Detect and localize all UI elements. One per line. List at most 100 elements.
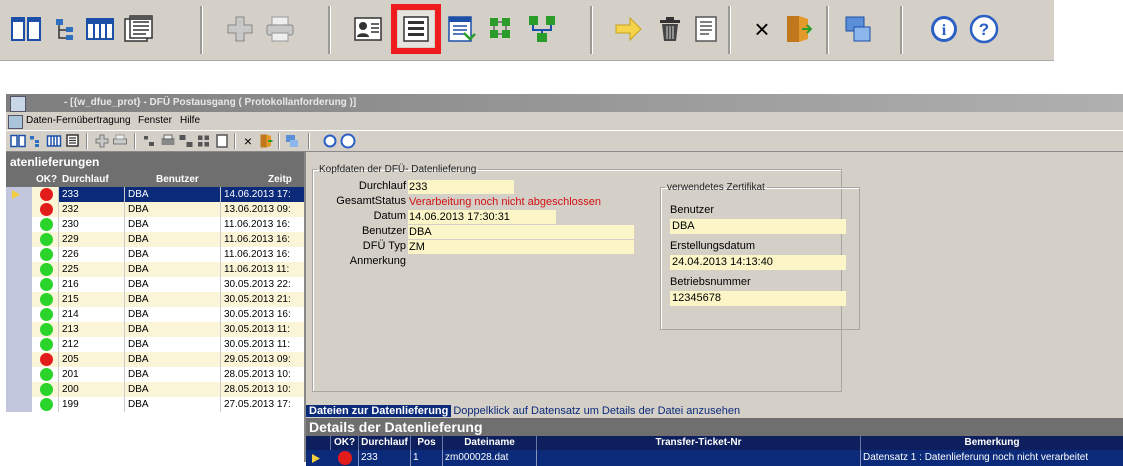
kopfdaten-legend: Kopfdaten der DFÜ- Datenlieferung — [319, 164, 477, 175]
files-hint: Doppelklick auf Datensatz um Details der… — [453, 405, 741, 417]
col-dateiname[interactable]: Dateiname — [442, 436, 536, 450]
add-icon[interactable] — [222, 11, 258, 47]
col-ok[interactable]: OK? — [36, 172, 57, 187]
printer-queue-icon[interactable] — [160, 133, 176, 149]
col-bemerkung[interactable]: Bemerkung — [860, 436, 1123, 450]
exit-door-icon[interactable] — [258, 133, 274, 149]
col-pos[interactable]: Pos — [410, 436, 442, 450]
row-selector[interactable] — [6, 217, 32, 232]
details-form-icon[interactable] — [391, 4, 441, 54]
row-selector[interactable] — [6, 292, 32, 307]
list-item[interactable]: 226 DBA 11.06.2013 16: — [6, 247, 304, 262]
add-icon[interactable] — [94, 133, 110, 149]
document-icon[interactable] — [214, 133, 230, 149]
document-icon[interactable] — [688, 11, 724, 47]
network-icon[interactable] — [840, 11, 876, 47]
cell-durchlauf: 229 — [58, 232, 124, 247]
info-icon[interactable]: i — [926, 11, 962, 47]
tree-view-icon[interactable] — [50, 11, 86, 47]
list-item[interactable]: 201 DBA 28.05.2013 10: — [6, 367, 304, 382]
menu-fenster[interactable]: Fenster — [138, 112, 172, 130]
info-icon[interactable] — [322, 133, 338, 149]
relations-icon[interactable] — [524, 11, 560, 47]
list-item[interactable]: 229 DBA 11.06.2013 16: — [6, 232, 304, 247]
cell-benutzer: DBA — [124, 322, 220, 337]
cell-benutzer: DBA — [124, 352, 220, 367]
arrow-right-icon[interactable] — [610, 11, 646, 47]
zert-benutzer-field[interactable]: DBA — [670, 219, 846, 234]
tree-view-icon[interactable] — [28, 133, 44, 149]
menu-daten-fernuebertragung[interactable]: Daten-Fernübertragung — [26, 112, 131, 130]
toolbar-separator — [134, 133, 136, 149]
col-durchlauf[interactable]: Durchlauf — [358, 436, 410, 450]
row-selector[interactable] — [6, 247, 32, 262]
split-view-icon[interactable] — [10, 133, 26, 149]
row-selector[interactable] — [6, 232, 32, 247]
list-item[interactable]: 205 DBA 29.05.2013 09: — [6, 352, 304, 367]
address-card-icon[interactable] — [350, 11, 386, 47]
close-icon[interactable]: × — [240, 133, 256, 149]
col-zeitpunkt[interactable]: Zeitp — [268, 172, 292, 187]
row-selector[interactable] — [6, 382, 32, 397]
dfue-typ-field[interactable]: ZM — [408, 240, 634, 254]
gesamtstatus-label: GesamtStatus — [336, 195, 406, 207]
list-item[interactable]: 213 DBA 30.05.2013 11: — [6, 322, 304, 337]
export-icon[interactable] — [444, 11, 480, 47]
exit-door-icon[interactable] — [780, 11, 816, 47]
gesamtstatus-field[interactable]: Verarbeitung noch nicht abgeschlossen — [408, 195, 648, 209]
row-selector[interactable] — [6, 277, 32, 292]
zoomed-toolbar: × i ? — [0, 0, 1054, 61]
row-selector[interactable] — [6, 202, 32, 217]
list-item[interactable]: 199 DBA 27.05.2013 17: — [6, 397, 304, 412]
datum-field[interactable]: 14.06.2013 17:30:31 — [408, 210, 556, 224]
betriebsnummer-field[interactable]: 12345678 — [670, 291, 846, 306]
row-selector[interactable] — [6, 397, 32, 412]
col-ok[interactable]: OK? — [330, 436, 358, 450]
help-icon[interactable] — [340, 133, 356, 149]
cell-durchlauf: 233 — [58, 187, 124, 202]
tab-dateien[interactable]: Dateien zur Datenlieferung — [306, 405, 452, 417]
erstellungsdatum-field[interactable]: 24.04.2013 14:13:40 — [670, 255, 846, 270]
durchlauf-field[interactable]: 233 — [408, 180, 514, 194]
grid-icon[interactable] — [484, 11, 520, 47]
delete-icon[interactable] — [652, 11, 688, 47]
print-icon[interactable] — [262, 11, 298, 47]
tree-small-icon[interactable] — [142, 133, 158, 149]
col-benutzer[interactable]: Benutzer — [156, 172, 199, 187]
report-list-icon[interactable] — [64, 133, 80, 149]
toolbar-separator — [900, 6, 903, 54]
relations-small-icon[interactable] — [178, 133, 194, 149]
row-selector[interactable] — [6, 367, 32, 382]
row-selector[interactable] — [6, 337, 32, 352]
list-item[interactable]: 214 DBA 30.05.2013 16: — [6, 307, 304, 322]
row-selector[interactable] — [6, 262, 32, 277]
cell-zeitpunkt: 11.06.2013 16: — [220, 217, 304, 232]
network-icon[interactable] — [284, 133, 300, 149]
report-list-icon[interactable] — [120, 11, 156, 47]
list-item[interactable]: 233 DBA 14.06.2013 17: — [6, 187, 304, 202]
print-icon[interactable] — [112, 133, 128, 149]
col-durchlauf[interactable]: Durchlauf — [62, 172, 109, 187]
list-item[interactable]: 230 DBA 11.06.2013 16: — [6, 217, 304, 232]
row-selector[interactable] — [6, 322, 32, 337]
close-icon[interactable]: × — [744, 11, 780, 47]
list-item[interactable]: 216 DBA 30.05.2013 22: — [6, 277, 304, 292]
columns-view-icon[interactable] — [82, 11, 118, 47]
menu-hilfe[interactable]: Hilfe — [180, 112, 200, 130]
list-item[interactable]: 200 DBA 28.05.2013 10: — [6, 382, 304, 397]
status-green-icon — [40, 233, 53, 246]
split-view-icon[interactable] — [8, 11, 44, 47]
col-transfer-ticket-nr[interactable]: Transfer-Ticket-Nr — [536, 436, 860, 450]
columns-view-icon[interactable] — [46, 133, 62, 149]
row-selector[interactable] — [6, 352, 32, 367]
help-icon[interactable]: ? — [966, 11, 1002, 47]
list-item[interactable]: 212 DBA 30.05.2013 11: — [6, 337, 304, 352]
row-selector[interactable] — [6, 307, 32, 322]
benutzer-field[interactable]: DBA — [408, 225, 634, 239]
list-item[interactable]: 225 DBA 11.06.2013 11: — [6, 262, 304, 277]
list-item[interactable]: 232 DBA 13.06.2013 09: — [6, 202, 304, 217]
list-item[interactable]: 215 DBA 30.05.2013 21: — [6, 292, 304, 307]
grid-icon[interactable] — [196, 133, 212, 149]
table-row[interactable]: 233 1 zm000028.dat Datensatz 1 : Datenli… — [306, 450, 1123, 466]
status-green-icon — [40, 218, 53, 231]
